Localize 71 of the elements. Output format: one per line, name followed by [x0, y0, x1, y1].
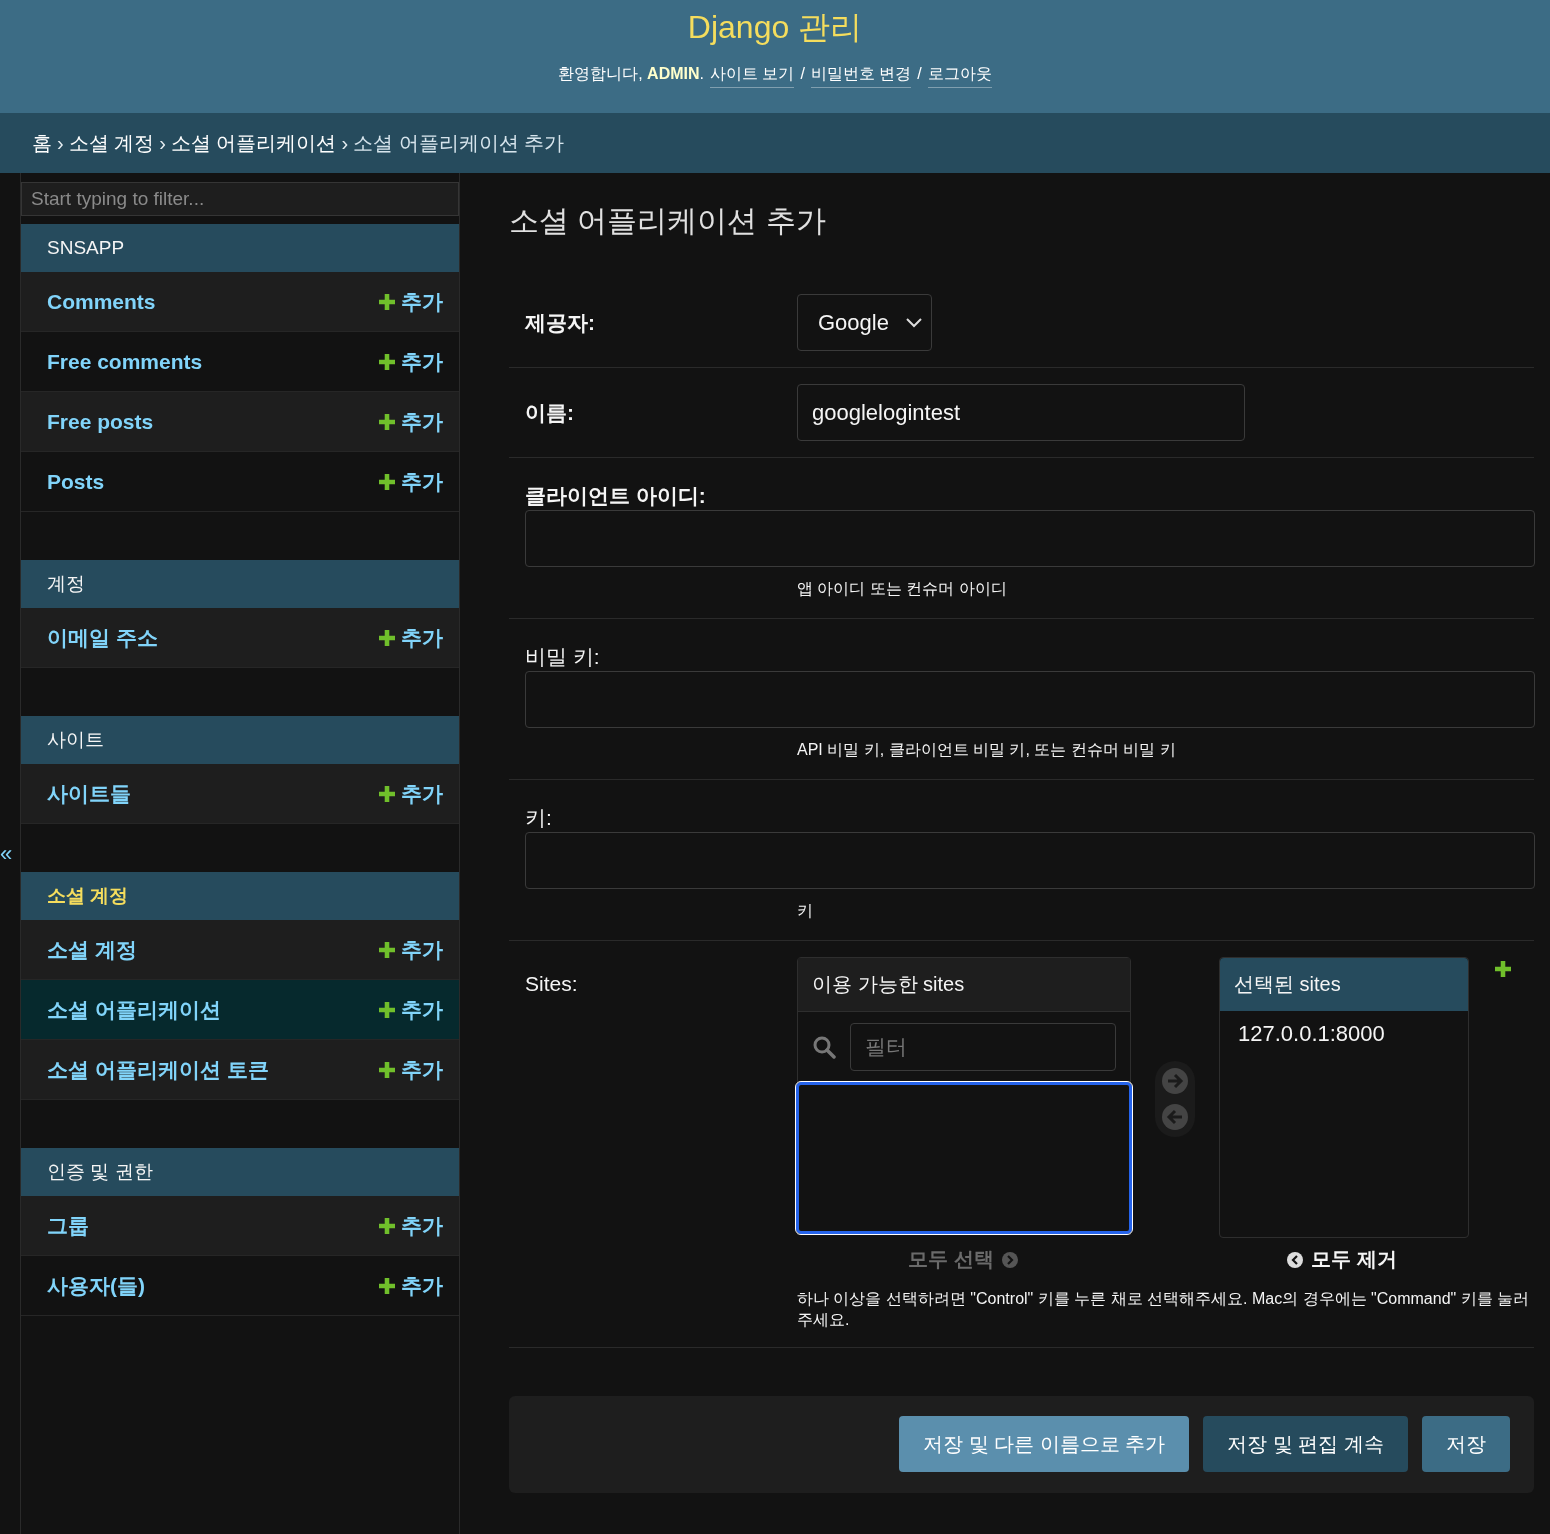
add-link[interactable]: 추가 — [379, 1211, 443, 1240]
add-link[interactable]: 추가 — [379, 1271, 443, 1300]
breadcrumb-separator: › — [159, 131, 166, 155]
model-link[interactable]: 사용자(들) — [47, 1271, 145, 1300]
model-link[interactable]: 그룹 — [47, 1211, 89, 1240]
add-link[interactable]: 추가 — [379, 1055, 443, 1084]
model-link[interactable]: Posts — [47, 469, 105, 494]
available-header: 이용 가능한 sites — [798, 958, 1130, 1012]
filter-field[interactable]: 필터 — [850, 1023, 1116, 1071]
add-link[interactable]: 추가 — [379, 407, 443, 436]
provider-select[interactable]: Google — [797, 294, 932, 351]
field-label: 비밀 키: — [525, 645, 600, 668]
help-text: 하나 이상을 선택하려면 "Control" 키를 누른 채로 선택해주세요. Mac의 경우에는 "Command" 키를 눌러주세요. — [797, 1289, 1531, 1330]
model-link[interactable]: Comments — [47, 289, 156, 314]
save-button[interactable]: 저장 및 편집 계속 — [1203, 1416, 1408, 1473]
model-link[interactable]: 소셜 어플리케이션 토큰 — [47, 1055, 269, 1084]
breadcrumb-current: 소셜 어플리케이션 추가 — [353, 130, 565, 156]
welcome-text: 환영합니다, ADMIN. — [558, 64, 704, 84]
chosen-header: 선택된 sites — [1220, 958, 1468, 1011]
model-link[interactable]: 소셜 계정 — [47, 935, 137, 964]
field-label: 제공자: — [525, 309, 596, 336]
model-link[interactable]: 사이트들 — [47, 779, 131, 808]
model-row[interactable]: 사이트들 추가 — [21, 764, 459, 824]
list-option[interactable]: 127.0.0.1:8000 — [1220, 1011, 1468, 1057]
breadcrumb-link[interactable]: 홈 — [32, 129, 52, 157]
breadcrumb-separator: › — [341, 131, 349, 155]
app-caption[interactable]: 계정 — [21, 560, 459, 608]
model-link[interactable]: Free posts — [47, 409, 154, 434]
app-caption[interactable]: SNSAPP — [21, 224, 459, 272]
model-link[interactable]: Free comments — [47, 349, 203, 374]
model-row[interactable]: Comments 추가 — [21, 272, 459, 332]
model-row[interactable]: 그룹 추가 — [21, 1196, 459, 1256]
add-link[interactable]: 추가 — [379, 995, 443, 1024]
field-label: Sites: — [525, 972, 579, 996]
separator-text: / — [917, 65, 922, 83]
model-row[interactable]: 소셜 어플리케이션 토큰 추가 — [21, 1040, 459, 1100]
model-row[interactable]: Free posts 추가 — [21, 392, 459, 452]
site-title: Django 관리 — [687, 8, 863, 47]
help-text: API 비밀 키, 클라이언트 비밀 키, 또는 컨슈머 비밀 키 — [797, 740, 1177, 760]
help-text: 앱 아이디 또는 컨슈머 아이디 — [797, 579, 1008, 599]
model-row[interactable]: 소셜 어플리케이션 추가 — [21, 980, 459, 1040]
model-link[interactable]: 이메일 주소 — [47, 623, 158, 652]
filter-field[interactable]: Start typing to filter... — [21, 182, 459, 216]
breadcrumb-link[interactable]: 소셜 계정 — [68, 129, 155, 157]
add-link[interactable]: 추가 — [379, 623, 443, 652]
user-tool-link[interactable]: 로그아웃 — [927, 64, 992, 88]
add-link[interactable]: 추가 — [379, 347, 443, 376]
model-row[interactable]: 이메일 주소 추가 — [21, 608, 459, 668]
field-label: 이름: — [525, 399, 575, 426]
input-field[interactable]: googlelogintest — [797, 384, 1245, 441]
user-tool-link[interactable]: 비밀번호 변경 — [810, 64, 912, 88]
add-link[interactable]: 추가 — [379, 935, 443, 964]
breadcrumb-link[interactable]: 소셜 어플리케이션 — [170, 129, 337, 157]
app-caption[interactable]: 사이트 — [21, 716, 459, 764]
page-title: 소셜 어플리케이션 추가 — [509, 203, 827, 239]
field-label: 키: — [525, 806, 552, 829]
breadcrumb-separator: › — [57, 131, 64, 155]
add-link[interactable]: 추가 — [379, 467, 443, 496]
separator-text: / — [800, 65, 805, 83]
save-button[interactable]: 저장 — [1422, 1416, 1510, 1473]
save-button[interactable]: 저장 및 다른 이름으로 추가 — [899, 1416, 1190, 1473]
model-link[interactable]: 소셜 어플리케이션 — [47, 995, 221, 1024]
field-label: 클라이언트 아이디: — [525, 484, 706, 507]
model-row[interactable]: 소셜 계정 추가 — [21, 920, 459, 980]
user-tool-link[interactable]: 사이트 보기 — [710, 64, 795, 88]
help-text: 키 — [797, 901, 814, 921]
remove-all-link[interactable]: 모두 제거 — [1287, 1246, 1397, 1273]
app-caption[interactable]: 소셜 계정 — [21, 872, 459, 920]
add-link[interactable]: 추가 — [379, 287, 443, 316]
app-caption[interactable]: 인증 및 권한 — [21, 1148, 459, 1196]
add-link[interactable]: 추가 — [379, 779, 443, 808]
